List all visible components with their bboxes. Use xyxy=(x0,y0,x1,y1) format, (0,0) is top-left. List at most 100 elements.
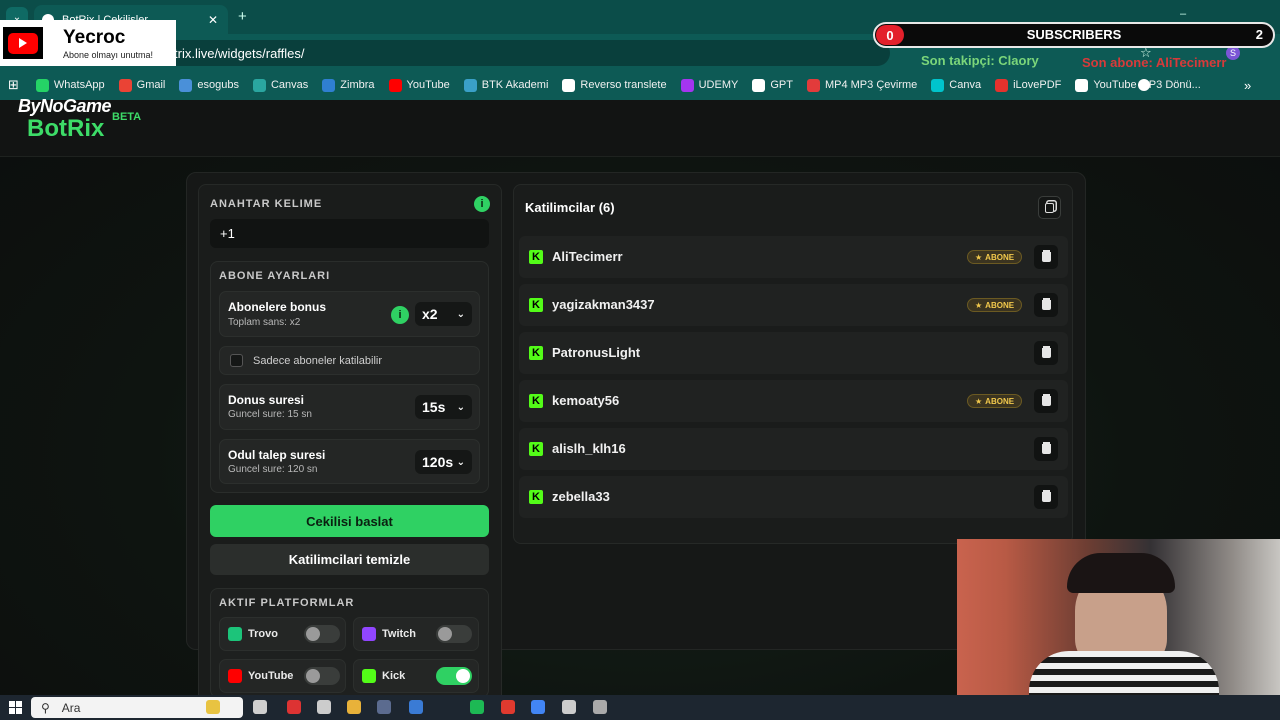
start-raffle-button[interactable]: Cekilisi baslat xyxy=(210,505,489,537)
bookmark-favicon-icon xyxy=(562,78,576,92)
platform-toggle[interactable] xyxy=(304,667,340,685)
settings-icon[interactable] xyxy=(317,700,331,714)
bookmark-item[interactable]: Gmail xyxy=(112,74,173,96)
platform-twitch: Twitch xyxy=(353,617,479,651)
bookmark-item[interactable]: esogubs xyxy=(172,74,246,96)
obs-icon[interactable] xyxy=(562,700,576,714)
spotify-icon[interactable] xyxy=(470,700,484,714)
bookmark-favicon-icon xyxy=(252,78,266,92)
subscriber-badge-label: ABONE xyxy=(985,300,1015,310)
bookmark-favicon-icon xyxy=(995,78,1009,92)
bookmark-item[interactable]: YouTube xyxy=(382,74,457,96)
remove-participant-button[interactable] xyxy=(1034,293,1058,317)
platform-label: YouTube xyxy=(248,670,294,682)
profile-avatar[interactable]: S xyxy=(1226,46,1240,60)
bookmark-item[interactable]: iLovePDF xyxy=(988,74,1068,96)
remove-participant-button[interactable] xyxy=(1034,437,1058,461)
logo-beta-badge: BETA xyxy=(112,111,142,123)
claim-duration-select[interactable]: 120s ⌄ xyxy=(415,450,472,474)
bookmark-item[interactable]: BTK Akademi xyxy=(457,74,556,96)
trash-icon xyxy=(1041,252,1051,262)
participants-title: Katilimcilar (6) xyxy=(525,200,615,215)
remove-participant-button[interactable] xyxy=(1034,341,1058,365)
tab-close-icon[interactable]: ✕ xyxy=(208,13,218,27)
bonus-select[interactable]: x2 ⌄ xyxy=(415,302,472,326)
bookmark-label: Gmail xyxy=(136,79,166,91)
windows-start-icon[interactable] xyxy=(9,701,22,714)
bonus-info-icon[interactable]: i xyxy=(391,306,409,324)
app-icon[interactable] xyxy=(287,700,301,714)
bookmark-item[interactable]: Canvas xyxy=(246,74,315,96)
streamer-hair xyxy=(1067,553,1175,593)
platform-toggle[interactable] xyxy=(436,667,472,685)
bookmark-globe-icon[interactable] xyxy=(1138,79,1150,91)
bookmark-item[interactable]: WhatsApp xyxy=(29,74,112,96)
spin-duration-select[interactable]: 15s ⌄ xyxy=(415,395,472,419)
bookmark-label: UDEMY xyxy=(698,79,739,91)
task-view-icon[interactable] xyxy=(253,700,267,714)
platform-label: Kick xyxy=(382,670,406,682)
remove-participant-button[interactable] xyxy=(1034,245,1058,269)
webcam-feed xyxy=(957,539,1280,695)
platforms-title: AKTIF PLATFORMLAR xyxy=(219,597,355,609)
participant-name: zebella33 xyxy=(552,489,610,504)
chevron-down-icon: ⌄ xyxy=(456,456,465,468)
kick-icon: K xyxy=(529,394,543,408)
subscriber-badge: ★ ABONE xyxy=(967,298,1023,312)
star-icon: ★ xyxy=(975,300,983,310)
subscriber-badge-label: ABONE xyxy=(985,396,1015,406)
channel-reminder: Abone olmayı unutma! xyxy=(63,50,154,60)
copy-icon xyxy=(1045,202,1054,213)
taskbar-search-text: Ara xyxy=(61,700,81,715)
bookmark-item[interactable]: MP4 MP3 Çevirme xyxy=(800,74,924,96)
apps-grid-icon[interactable]: ⊞ xyxy=(8,77,19,93)
bookmark-favicon-icon xyxy=(118,78,132,92)
bookmark-item[interactable]: Reverso translete xyxy=(555,74,673,96)
only-subscribers-checkbox[interactable] xyxy=(230,354,243,367)
platform-toggle[interactable] xyxy=(304,625,340,643)
keyword-input[interactable]: +1 xyxy=(210,219,489,248)
address-bar[interactable]: trix.live/widgets/raffles/ xyxy=(110,40,890,66)
bookmark-label: WhatsApp xyxy=(53,79,105,91)
channel-overlay: Yecroc Abone olmayı unutma! xyxy=(0,20,176,66)
remove-participant-button[interactable] xyxy=(1034,389,1058,413)
subscriber-badge: ★ ABONE xyxy=(967,394,1023,408)
only-subscribers-row[interactable]: Sadece aboneler katilabilir xyxy=(219,346,480,375)
bookmark-item[interactable]: Canva xyxy=(924,74,988,96)
platform-youtube: YouTube xyxy=(219,659,346,693)
chrome-icon[interactable] xyxy=(531,700,545,714)
logo-bynogame: ByNoGame xyxy=(18,96,112,116)
copy-button[interactable] xyxy=(1038,196,1061,219)
trash-icon xyxy=(1041,444,1051,454)
bookmark-item[interactable]: UDEMY xyxy=(674,74,746,96)
bookmark-item[interactable]: Zimbra xyxy=(315,74,381,96)
youtube-logo-icon xyxy=(3,27,43,59)
trash-icon xyxy=(1041,492,1051,502)
bookmark-item[interactable]: GPT xyxy=(745,74,800,96)
subscriber-goal-bar: 0 SUBSCRIBERS 2 xyxy=(873,22,1275,48)
opera-icon[interactable] xyxy=(501,700,515,714)
media-icon[interactable] xyxy=(377,700,391,714)
subs-goal: 2 xyxy=(1255,27,1263,42)
more-bookmarks-icon[interactable]: » xyxy=(1244,78,1251,93)
keyword-info-icon[interactable]: i xyxy=(474,196,490,212)
logo-botrix[interactable]: BotRix xyxy=(27,115,104,143)
kick-icon: K xyxy=(529,250,543,264)
participant-name: AliTecimerr xyxy=(552,249,623,264)
bookmark-label: Zimbra xyxy=(340,79,375,91)
bookmark-favicon-icon xyxy=(680,78,694,92)
remove-participant-button[interactable] xyxy=(1034,485,1058,509)
platform-trovo: Trovo xyxy=(219,617,346,651)
participant-row: Kyagizakman3437 ★ ABONE xyxy=(519,284,1068,326)
new-tab-button[interactable]: + xyxy=(238,8,247,25)
spin-duration-title: Donus suresi xyxy=(228,393,305,407)
bonus-title: Abonelere bonus xyxy=(228,300,327,314)
bookmark-favicon-icon xyxy=(463,78,477,92)
bookmark-favicon-icon xyxy=(388,78,402,92)
file-explorer-icon[interactable] xyxy=(347,700,361,714)
outlook-icon[interactable] xyxy=(409,700,423,714)
clear-participants-button[interactable]: Katilimcilari temizle xyxy=(210,544,489,575)
platform-toggle[interactable] xyxy=(436,625,472,643)
app-icon[interactable] xyxy=(593,700,607,714)
widgets-icon[interactable] xyxy=(206,700,220,714)
